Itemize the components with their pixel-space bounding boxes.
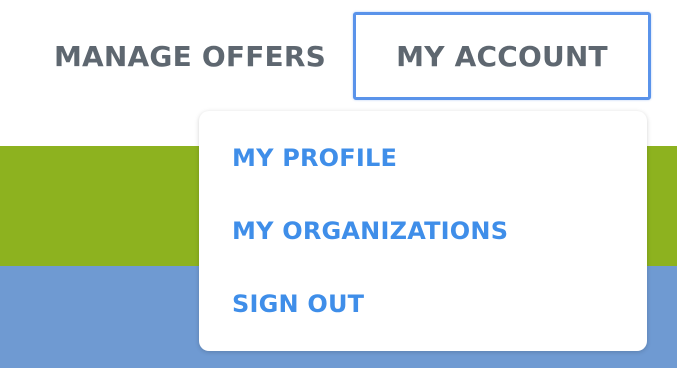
- account-dropdown-menu: MY PROFILE MY ORGANIZATIONS SIGN OUT: [199, 111, 647, 351]
- menu-item-sign-out[interactable]: SIGN OUT: [232, 286, 364, 322]
- nav-manage-offers[interactable]: MANAGE OFFERS: [50, 12, 330, 100]
- nav-my-account-button[interactable]: MY ACCOUNT: [353, 12, 651, 100]
- menu-item-my-organizations[interactable]: MY ORGANIZATIONS: [232, 213, 508, 249]
- menu-item-my-profile[interactable]: MY PROFILE: [232, 140, 397, 176]
- page: MANAGE OFFERS MY ACCOUNT MY PROFILE MY O…: [0, 0, 677, 368]
